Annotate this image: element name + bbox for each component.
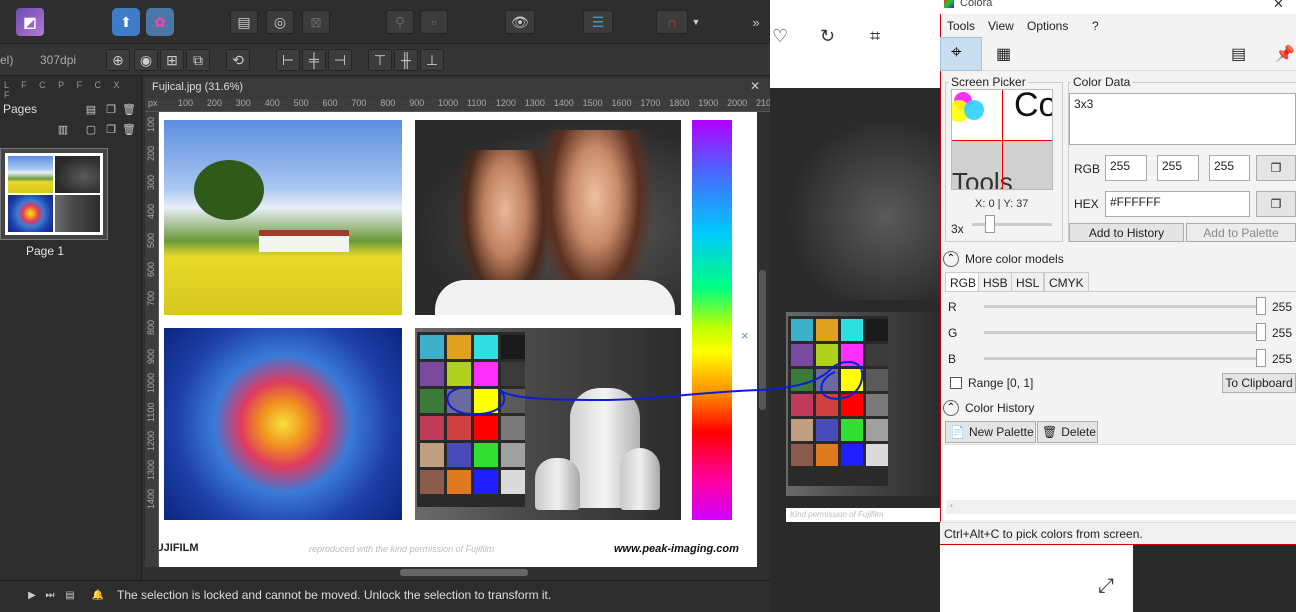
new-palette-button[interactable]: 📄 New Palette xyxy=(945,421,1036,443)
rgb-g-field[interactable]: 255 xyxy=(1157,155,1199,181)
rgb-label: RGB xyxy=(1074,162,1101,176)
crosshair-horizontal xyxy=(952,140,1052,141)
menu-help[interactable]: ? xyxy=(1092,19,1099,33)
palette-list-icon[interactable]: ▤ xyxy=(1231,44,1246,64)
colora-statusbar: Ctrl+Alt+C to pick colors from screen. xyxy=(940,522,1296,544)
delete-label: Delete xyxy=(1061,425,1096,439)
copy-icon: ❐ xyxy=(1270,161,1282,175)
tab-hsb[interactable]: HSB xyxy=(978,272,1013,292)
zoom-slider-track[interactable] xyxy=(972,223,1052,226)
menu-tools[interactable]: Tools xyxy=(947,19,975,33)
more-color-models-label: More color models xyxy=(965,252,1064,266)
channel-g-label: G xyxy=(948,326,958,340)
channel-r-thumb[interactable] xyxy=(1256,297,1266,315)
viewer-bottom xyxy=(1133,545,1296,612)
menu-options[interactable]: Options xyxy=(1027,19,1068,33)
coordinates-readout: X: 0 | Y: 37 xyxy=(975,198,1029,210)
channel-r-slider[interactable] xyxy=(984,305,1264,308)
new-palette-icon: 📄 xyxy=(950,425,965,439)
rgb-r-field[interactable]: 255 xyxy=(1105,155,1147,181)
channel-g-thumb[interactable] xyxy=(1256,323,1266,341)
color-history-label: Color History xyxy=(965,401,1035,415)
screen: ◩ ⬆ ✿ ▤ ◎ ⊠ ⚲ ▫ 👁 ☰ ∩ ▼ » el) 307dpi ⊕ ◉… xyxy=(0,0,1296,612)
tab-cmyk[interactable]: CMYK xyxy=(1044,272,1089,292)
cyan-dot xyxy=(964,100,984,120)
tabs-divider xyxy=(945,291,1296,292)
add-to-palette-button: Add to Palette xyxy=(1186,223,1296,242)
freehand-annotation xyxy=(446,361,864,416)
screen-picker-label: Screen Picker xyxy=(949,75,1028,89)
history-scrollbar[interactable]: ‹ xyxy=(946,500,1296,514)
colora-title: Colora xyxy=(960,0,993,9)
channel-r-value: 255 xyxy=(1272,300,1293,314)
pin-window-icon[interactable]: 📌 xyxy=(1275,44,1295,64)
trash-icon: 🗑 xyxy=(1042,425,1058,439)
range-checkbox[interactable] xyxy=(950,377,962,389)
expand-icon[interactable]: ⤢ xyxy=(1098,575,1114,598)
color-data-label: Color Data xyxy=(1071,75,1133,89)
tab-rgb[interactable]: RGB xyxy=(945,272,982,292)
hex-label: HEX xyxy=(1074,197,1099,211)
copy-icon: ❐ xyxy=(1270,197,1282,211)
collapse-models-icon[interactable]: ⌃ xyxy=(943,251,959,267)
add-to-history-button[interactable]: Add to History xyxy=(1069,223,1184,242)
zoom-level: 3x xyxy=(951,222,964,236)
tab-hsl[interactable]: HSL xyxy=(1011,272,1045,292)
magnified-tools-text: Tools xyxy=(952,167,1013,190)
hex-field[interactable]: #FFFFFF xyxy=(1105,191,1250,217)
delete-button[interactable]: 🗑 Delete xyxy=(1037,421,1098,443)
screen-picker-tool[interactable]: ⌖ xyxy=(940,37,982,71)
channel-b-value: 255 xyxy=(1272,352,1293,366)
collapse-history-icon[interactable]: ⌃ xyxy=(943,400,959,416)
channel-g-slider[interactable] xyxy=(984,331,1264,334)
colora-titlebar: Colora ✕ xyxy=(940,0,1296,14)
channel-b-slider[interactable] xyxy=(984,357,1264,360)
rgb-b-field[interactable]: 255 xyxy=(1209,155,1250,181)
channel-r-label: R xyxy=(948,300,957,314)
magnified-text: Co xyxy=(1014,89,1052,124)
grid-picker-icon[interactable]: ▦ xyxy=(996,44,1011,64)
close-x-mark: × xyxy=(741,328,749,343)
color-data-text[interactable]: 3x3 xyxy=(1069,93,1296,145)
channel-b-thumb[interactable] xyxy=(1256,349,1266,367)
range-label: Range [0, 1] xyxy=(968,376,1034,390)
to-clipboard-button[interactable]: To Clipboard xyxy=(1222,373,1296,393)
colora-app-icon xyxy=(944,0,954,8)
close-window-icon[interactable]: ✕ xyxy=(1273,0,1284,12)
menu-view[interactable]: View xyxy=(988,19,1014,33)
new-palette-label: New Palette xyxy=(968,425,1034,439)
zoom-slider-thumb[interactable] xyxy=(985,215,995,233)
copy-rgb-button[interactable]: ❐ xyxy=(1256,155,1296,181)
magnifier-preview: Co Tools xyxy=(951,89,1053,190)
channel-g-value: 255 xyxy=(1272,326,1293,340)
colora-status-text: Ctrl+Alt+C to pick colors from screen. xyxy=(944,527,1143,541)
copy-hex-button[interactable]: ❐ xyxy=(1256,191,1296,217)
channel-b-label: B xyxy=(948,352,957,366)
crosshair-target-icon: ⌖ xyxy=(951,42,962,63)
